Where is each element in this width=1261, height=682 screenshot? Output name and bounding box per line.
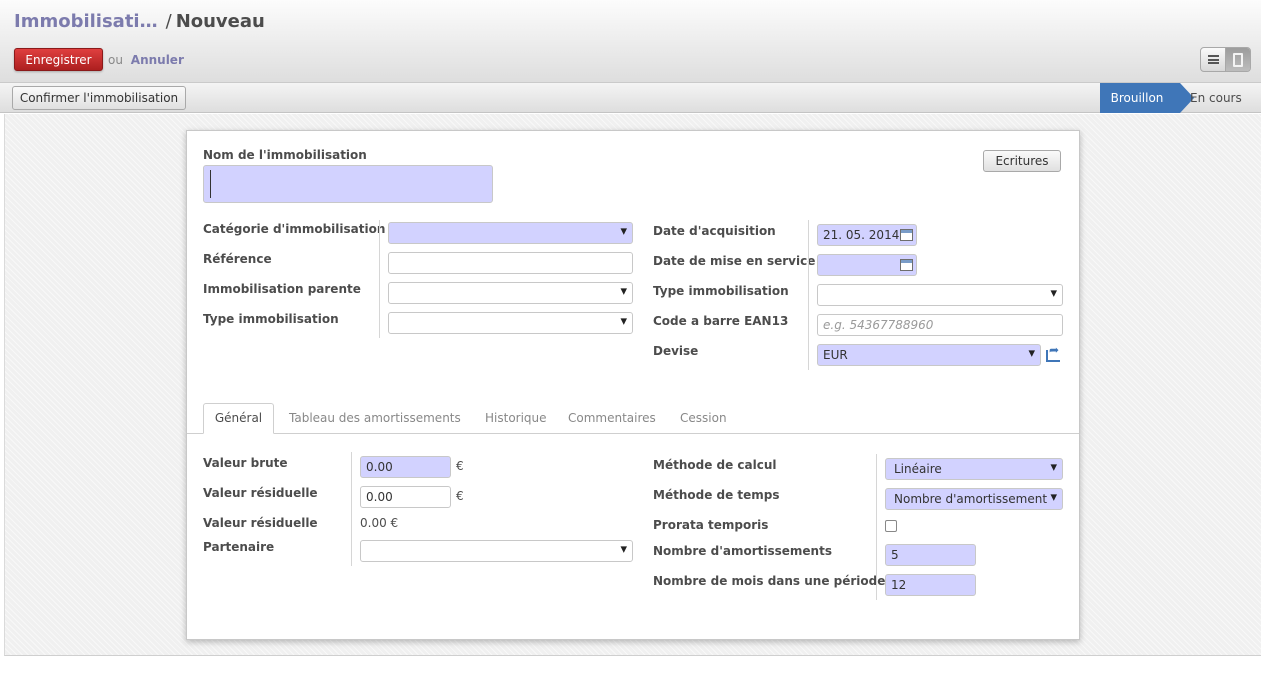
asset-name-label: Nom de l'immobilisation (203, 148, 367, 162)
service-date-label: Date de mise en service (653, 254, 816, 268)
status-draft[interactable]: Brouillon (1100, 83, 1194, 113)
depreciation-count-label: Nombre d'amortissements (653, 544, 832, 558)
gross-value-label: Valeur brute (203, 456, 288, 470)
gross-value: 0.00 (366, 460, 393, 474)
gross-value-currency: € (456, 459, 464, 473)
top-bar: Immobilisati… / Nouveau Enregistrer ou Ann… (0, 0, 1261, 83)
time-method-label: Méthode de temps (653, 488, 780, 502)
prorata-checkbox[interactable] (885, 520, 897, 532)
tab-general[interactable]: Général (203, 403, 274, 434)
text-cursor (210, 170, 211, 198)
save-button[interactable]: Enregistrer (14, 48, 103, 71)
status-open[interactable]: En cours (1190, 91, 1242, 105)
period-months-input[interactable]: 12 (885, 574, 976, 596)
gross-value-input[interactable]: 0.00 (360, 456, 451, 478)
asset-type-select[interactable] (388, 312, 633, 334)
breadcrumb-separator: / (165, 11, 172, 32)
prorata-label: Prorata temporis (653, 518, 769, 532)
tab-disposal[interactable]: Cession (680, 411, 727, 425)
tabs-bottom-border (187, 433, 1079, 434)
parent-asset-select[interactable] (388, 282, 633, 304)
tab-depreciation-table[interactable]: Tableau des amortissements (289, 411, 461, 425)
confirm-asset-button[interactable]: Confirmer l'immobilisation (12, 86, 186, 110)
salvage-value: 0.00 (366, 490, 393, 504)
left-group-divider (379, 220, 380, 338)
reference-input[interactable] (388, 252, 633, 274)
asset-type-label: Type immobilisation (203, 312, 339, 326)
barcode-label: Code a barre EAN13 (653, 314, 789, 328)
right-group-divider (808, 220, 809, 370)
category-label: Catégorie d'immobilisation (203, 222, 386, 236)
partner-label: Partenaire (203, 540, 275, 554)
right-asset-type-select[interactable] (817, 284, 1063, 306)
breadcrumb-parent-link[interactable]: Immobilisati… (14, 11, 158, 32)
right-asset-type-label: Type immobilisation (653, 284, 789, 298)
currency-label: Devise (653, 344, 699, 358)
period-months-value: 12 (891, 578, 907, 592)
list-icon (1207, 55, 1219, 64)
calendar-icon[interactable] (900, 229, 913, 241)
barcode-input[interactable]: e.g. 54367788960 (817, 314, 1063, 336)
calendar-icon[interactable] (900, 259, 913, 271)
form-icon (1233, 52, 1244, 67)
entries-button[interactable]: Ecritures (983, 150, 1061, 172)
or-text: ou (108, 53, 123, 67)
external-link-icon[interactable] (1046, 343, 1060, 362)
acquisition-date-input[interactable]: 21. 05. 2014 (817, 224, 917, 246)
service-date-input[interactable] (817, 254, 917, 276)
salvage-value-label: Valeur résiduelle (203, 486, 318, 500)
breadcrumb: Immobilisati… / Nouveau (14, 11, 265, 32)
calculation-method-select[interactable]: Linéaire (885, 458, 1063, 480)
tab-comments[interactable]: Commentaires (568, 411, 656, 425)
barcode-placeholder: e.g. 54367788960 (823, 318, 934, 332)
time-method-value: Nombre d'amortissement (894, 492, 1048, 506)
partner-select[interactable] (360, 540, 633, 562)
currency-select[interactable]: EUR (817, 344, 1041, 366)
parent-asset-label: Immobilisation parente (203, 282, 361, 296)
general-left-divider (351, 452, 352, 566)
reference-label: Référence (203, 252, 272, 266)
salvage-value-input[interactable]: 0.00 (360, 486, 451, 508)
calculation-method-value: Linéaire (894, 462, 942, 476)
tab-history[interactable]: Historique (485, 411, 547, 425)
acquisition-date-label: Date d'acquisition (653, 224, 776, 238)
depreciation-count-value: 5 (891, 548, 899, 562)
list-view-button[interactable] (1201, 48, 1225, 71)
cancel-link[interactable]: Annuler (131, 53, 184, 67)
depreciation-count-input[interactable]: 5 (885, 544, 976, 566)
view-switcher (1200, 47, 1251, 72)
residual-value-label: Valeur résiduelle (203, 516, 318, 530)
currency-value: EUR (823, 348, 848, 362)
breadcrumb-current: Nouveau (175, 11, 265, 32)
acquisition-date-value: 21. 05. 2014 (823, 228, 900, 242)
status-bar: Confirmer l'immobilisation Brouillon En … (0, 83, 1261, 113)
residual-value: 0.00 € (360, 516, 399, 530)
category-select[interactable] (388, 222, 633, 244)
general-right-divider (876, 454, 877, 600)
asset-name-input[interactable] (203, 165, 493, 203)
time-method-select[interactable]: Nombre d'amortissement (885, 488, 1063, 510)
form-view-button[interactable] (1225, 48, 1250, 71)
period-months-label: Nombre de mois dans une période (653, 574, 886, 588)
salvage-value-currency: € (456, 489, 464, 503)
calculation-method-label: Méthode de calcul (653, 458, 777, 472)
cancel-group: ou Annuler (108, 53, 184, 67)
